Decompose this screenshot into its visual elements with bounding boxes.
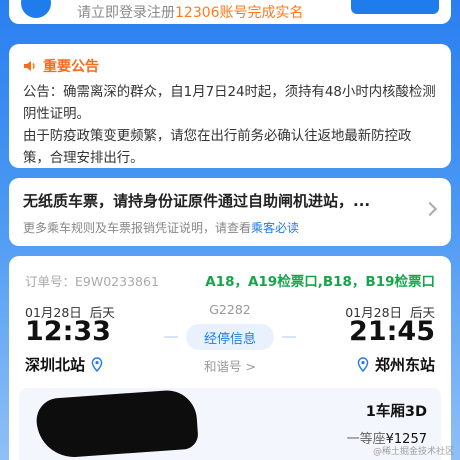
login-prompt-highlight: 12306账号完成实名 (175, 5, 304, 21)
paperless-subtitle-text: 更多乘车规则及车票报销凭证说明，请查看 (23, 221, 252, 235)
order-number-value: E9W0233861 (75, 273, 159, 289)
car-seat: 1车厢3D (365, 404, 427, 420)
notice-title: 重要公告 (43, 59, 99, 75)
depart-time: 12:33 (25, 316, 111, 347)
ticket-order-card: 订单号：E9W0233861 A18，A19检票口,B18，B19检票口 01月… (9, 256, 451, 460)
passenger-notice-link[interactable]: 乘客必读 (251, 221, 299, 235)
ticket-gates: A18，A19检票口,B18，B19检票口 (205, 274, 435, 290)
notice-body: 公告：确需离深的群众，自1月7日24时起，须持有48小时内核酸检测阴性证明。 由… (23, 85, 436, 166)
paperless-title: 无纸质车票，请持身份证原件通过自助闸机进站，... (23, 192, 371, 210)
route-line-right (282, 336, 296, 338)
speaker-icon (24, 61, 35, 71)
login-prompt-text: 请立即登录注册 (77, 5, 175, 21)
stops-info-button[interactable]: 经停信息 (186, 324, 274, 350)
train-type[interactable]: 和谐号 > (9, 356, 451, 375)
order-number: 订单号：E9W0233861 (25, 271, 159, 290)
paperless-subtitle: 更多乘车规则及车票报销凭证说明，请查看乘客必读 (23, 219, 437, 236)
notice-header: 重要公告 (23, 56, 437, 76)
order-number-label: 订单号： (25, 273, 76, 289)
paperless-ticket-card[interactable]: 无纸质车票，请持身份证原件通过自助闸机进站，... 更多乘车规则及车票报销凭证说… (9, 178, 451, 246)
notice-card: 重要公告 公告：确需离深的群众，自1月7日24时起，须持有48小时内核酸检测阴性… (9, 44, 451, 168)
arrive-time: 21:45 (349, 316, 435, 347)
order-header: 订单号：E9W0233861 A18，A19检票口,B18，B19检票口 (25, 270, 435, 291)
train-number: G2282 (209, 302, 251, 317)
user-avatar-icon (21, 0, 51, 18)
login-button[interactable] (351, 0, 439, 14)
watermark: @稀土掘金技术社区 (372, 447, 454, 457)
login-prompt: 请立即登录注册12306账号完成实名 (77, 2, 304, 22)
login-banner: 请立即登录注册12306账号完成实名 (9, 0, 451, 24)
chevron-right-icon (422, 201, 438, 217)
route-line-left (164, 336, 178, 338)
redacted-passenger-info (35, 388, 199, 460)
